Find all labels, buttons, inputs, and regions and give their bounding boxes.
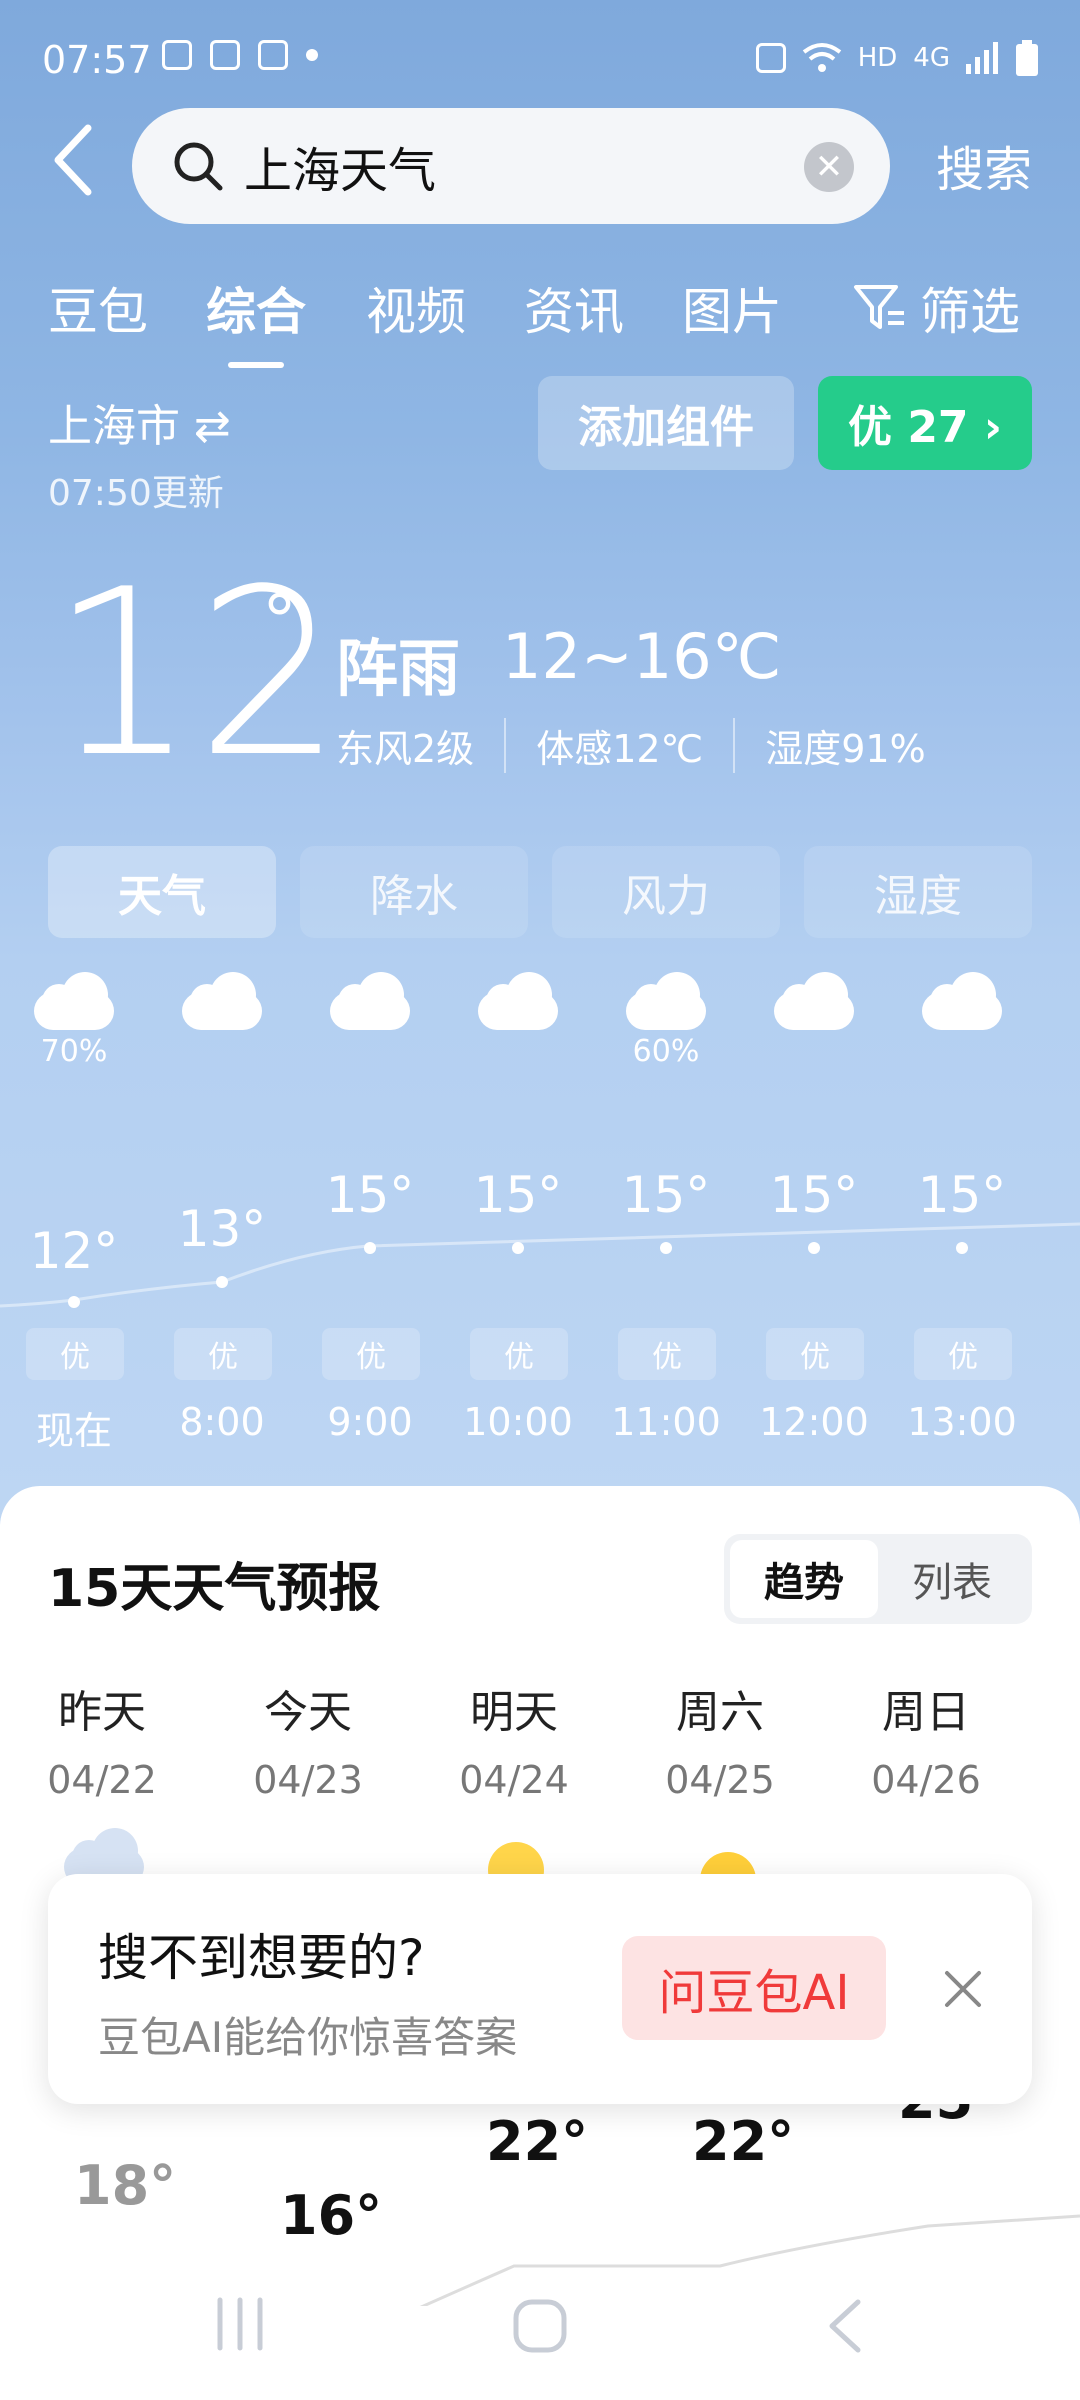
hour-icon-column: [888, 970, 1036, 1074]
day-low-temp: 18°: [74, 2154, 177, 2217]
hour-rain-chance: [444, 1034, 592, 1074]
hour-time: 13:00: [907, 1400, 1017, 1444]
forecast-day[interactable]: 周六 04/25: [620, 1676, 820, 1802]
forecast-title: 15天天气预报: [48, 1559, 381, 1619]
hourly-forecast[interactable]: 70% 60% 12° 13° 15° 15° 15° 15° 15° 优 优 …: [0, 0, 1080, 1486]
forecast-day[interactable]: 周日 04/26: [826, 1676, 1026, 1802]
hour-time: 11:00: [611, 1400, 721, 1444]
day-high-temp: 22°: [692, 2110, 795, 2173]
forecast-day[interactable]: 明天 04/24: [414, 1676, 614, 1802]
back-nav-icon[interactable]: [820, 2294, 870, 2358]
hour-air-quality: 优: [322, 1328, 420, 1380]
hour-temp-point: [364, 1242, 376, 1254]
hour-air-quality: 优: [766, 1328, 864, 1380]
hour-time: 现在: [35, 1409, 112, 1453]
toggle-list[interactable]: 列表: [878, 1540, 1026, 1618]
hour-time: 10:00: [463, 1400, 573, 1444]
hour-icon-column: [444, 970, 592, 1074]
cloud-icon: [922, 970, 1002, 1030]
ask-doubao-button[interactable]: 问豆包AI: [622, 1936, 886, 2040]
hour-air-quality: 优: [174, 1328, 272, 1380]
hour-temperature: 12°: [29, 1222, 119, 1280]
hour-temperature: 15°: [325, 1166, 415, 1224]
hour-rain-chance: 70%: [40, 1034, 108, 1069]
day-date: 04/26: [871, 1758, 981, 1802]
day-date: 04/24: [459, 1758, 569, 1802]
day-name: 周六: [676, 1687, 764, 1738]
close-icon[interactable]: [928, 1954, 998, 2024]
hour-temp-point: [512, 1242, 524, 1254]
hour-air-quality: 优: [26, 1328, 124, 1380]
cloud-icon: [478, 970, 558, 1030]
prompt-title: 搜不到想要的?: [98, 1929, 425, 1987]
hour-air-quality: 优: [618, 1328, 716, 1380]
hour-temp-point: [216, 1276, 228, 1288]
hour-temp-point: [808, 1242, 820, 1254]
day-name: 明天: [470, 1687, 558, 1738]
cloud-icon: [64, 1826, 144, 1886]
home-icon[interactable]: [508, 2294, 572, 2358]
day-name: 昨天: [58, 1687, 146, 1738]
hour-temp-point: [68, 1296, 80, 1308]
hour-icon-column: [296, 970, 444, 1074]
rain-cloud-icon: [34, 970, 114, 1030]
hour-icon-column: [148, 970, 296, 1074]
hour-rain-chance: [888, 1034, 1036, 1074]
hour-rain-chance: 60%: [632, 1034, 700, 1069]
day-name: 今天: [264, 1687, 352, 1738]
hour-icon-column: [740, 970, 888, 1074]
hour-time: 12:00: [759, 1400, 869, 1444]
hour-temp-point: [956, 1242, 968, 1254]
hour-temperature: 15°: [621, 1166, 711, 1224]
hour-temperature: 15°: [769, 1166, 859, 1224]
hour-time: 9:00: [327, 1400, 413, 1444]
day-name: 周日: [882, 1687, 970, 1738]
hour-time: 8:00: [179, 1400, 265, 1444]
hour-rain-chance: [148, 1034, 296, 1074]
hour-air-quality: 优: [470, 1328, 568, 1380]
cloud-icon: [330, 970, 410, 1030]
hour-rain-chance: [740, 1034, 888, 1074]
rain-cloud-icon: [626, 970, 706, 1030]
cloud-icon: [182, 970, 262, 1030]
toggle-trend[interactable]: 趋势: [730, 1540, 878, 1618]
cloud-icon: [774, 970, 854, 1030]
hour-temp-point: [660, 1242, 672, 1254]
hour-air-quality: 优: [914, 1328, 1012, 1380]
forecast-day[interactable]: 昨天 04/22: [2, 1676, 202, 1802]
hour-temperature: 13°: [177, 1200, 267, 1258]
day-date: 04/23: [253, 1758, 363, 1802]
day-high-temp: 22°: [486, 2110, 589, 2173]
prompt-subtitle: 豆包AI能给你惊喜答案: [98, 2013, 518, 2062]
hour-temperature: 15°: [473, 1166, 563, 1224]
system-nav-bar: [0, 2280, 1080, 2370]
hour-temperature: 15°: [917, 1166, 1007, 1224]
day-date: 04/22: [47, 1758, 157, 1802]
day-date: 04/25: [665, 1758, 775, 1802]
doubao-ai-prompt: 搜不到想要的? 豆包AI能给你惊喜答案 问豆包AI: [48, 1874, 1032, 2104]
recent-apps-icon[interactable]: [210, 2294, 270, 2354]
hour-icon-column: 60%: [592, 970, 740, 1074]
forecast-day[interactable]: 今天 04/23: [208, 1676, 408, 1802]
view-toggle: 趋势 列表: [724, 1534, 1032, 1624]
hour-rain-chance: [296, 1034, 444, 1074]
hourly-temperature-curve: [0, 1222, 1080, 1308]
day-low-temp: 16°: [280, 2184, 383, 2247]
hour-icon-column: 70%: [0, 970, 148, 1074]
